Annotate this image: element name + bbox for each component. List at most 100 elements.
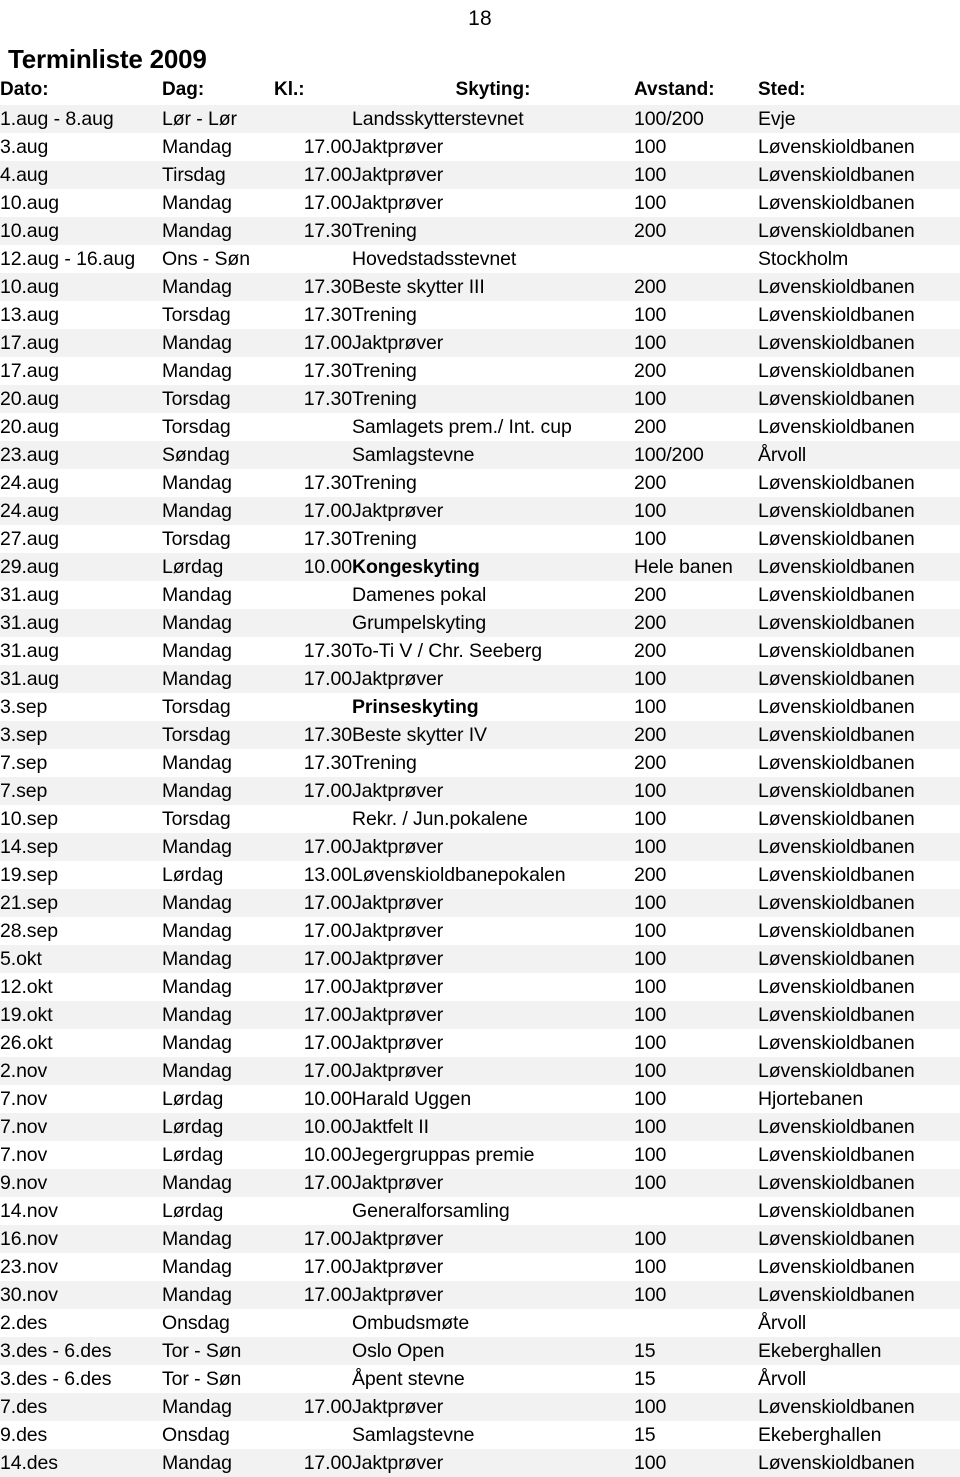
cell-date: 20.aug: [0, 416, 60, 439]
table-row: 31.aug Mandag Damenes pokal 200 Løvenskioldb…: [0, 581, 960, 609]
cell-event: Jaktprøver: [352, 164, 444, 187]
cell-distance: [634, 245, 758, 273]
cell-day: Tirsdag: [162, 164, 226, 187]
cell-time: 17.00: [303, 668, 352, 691]
cell-distance: [634, 1197, 758, 1225]
cell-day: Torsdag: [162, 724, 231, 747]
cell-day: Lørdag: [162, 864, 224, 887]
cell-place: Løvenskioldbanen: [758, 472, 915, 495]
cell-event: Trening: [352, 220, 417, 243]
cell-day: Torsdag: [162, 416, 231, 439]
cell-time: [274, 441, 352, 469]
cell-place: Løvenskioldbanen: [758, 1032, 915, 1055]
cell-distance: 100: [634, 1256, 667, 1279]
cell-place: Løvenskioldbanen: [758, 612, 915, 635]
cell-day: Onsdag: [162, 1312, 230, 1335]
cell-date: 24.aug: [0, 472, 60, 495]
cell-distance: 100: [634, 528, 667, 551]
table-row: 14.sep Mandag 17.00 Jaktprøver 100 Løvenskiol…: [0, 833, 960, 862]
cell-time: 17.00: [303, 164, 352, 187]
cell-place: Årvoll: [758, 1312, 807, 1335]
table-row: 23.nov Mandag 17.00 Jaktprøver 100 Løvenskiol…: [0, 1253, 960, 1281]
cell-day: Mandag: [162, 836, 232, 859]
cell-day: Lørdag: [162, 1116, 224, 1139]
cell-time: 17.00: [303, 1256, 352, 1279]
table-row: 12.aug - 16.aug Ons - Søn Hovedstadsstevne…: [0, 245, 960, 273]
cell-distance: 100: [634, 1452, 667, 1475]
cell-day: Torsdag: [162, 388, 231, 411]
cell-day: Mandag: [162, 780, 232, 803]
cell-date: 5.okt: [0, 948, 42, 971]
cell-place: Ekeberghallen: [758, 1424, 882, 1447]
cell-day: Lør - Lør: [162, 108, 237, 131]
cell-event: Jaktprøver: [352, 192, 444, 215]
table-row: 10.sep Torsdag Rekr. / Jun.pokalene 100 Løve…: [0, 805, 960, 833]
cell-time: [274, 581, 352, 609]
cell-event: Jaktfelt II: [352, 1116, 429, 1139]
table-row: 7.sep Mandag 17.30 Trening 200 Løvenskioldban…: [0, 749, 960, 777]
cell-distance: 15: [634, 1368, 656, 1391]
cell-date: 26.okt: [0, 1032, 53, 1055]
cell-place: Løvenskioldbanen: [758, 584, 915, 607]
cell-date: 2.nov: [0, 1060, 48, 1083]
cell-day: Mandag: [162, 1452, 232, 1475]
cell-distance: 100: [634, 1004, 667, 1027]
table-row: 7.nov Lørdag 10.00 Jegergruppas premie 100 Lø…: [0, 1141, 960, 1169]
cell-time: 17.00: [303, 192, 352, 215]
cell-day: Mandag: [162, 136, 232, 159]
cell-distance: 100: [634, 1172, 667, 1195]
cell-distance: 200: [634, 276, 667, 299]
cell-place: Stockholm: [758, 248, 849, 271]
cell-place: Løvenskioldbanen: [758, 1256, 915, 1279]
cell-place: Løvenskioldbanen: [758, 724, 915, 747]
table-row: 23.aug Søndag Samlagstevne 100/200 Årvoll: [0, 441, 960, 470]
cell-day: Onsdag: [162, 1424, 230, 1447]
cell-day: Mandag: [162, 668, 232, 691]
table-row: 9.nov Mandag 17.00 Jaktprøver 100 Løvenskiold…: [0, 1169, 960, 1198]
cell-date: 10.aug: [0, 192, 60, 215]
cell-distance: 100: [634, 696, 667, 719]
cell-time: [274, 1337, 352, 1365]
table-row: 19.okt Mandag 17.00 Jaktprøver 100 Løvenskiol…: [0, 1001, 960, 1030]
cell-place: Løvenskioldbanen: [758, 1116, 915, 1139]
cell-day: Tor - Søn: [162, 1340, 242, 1363]
cell-time: 17.00: [303, 1228, 352, 1251]
table-row: 3.sep Torsdag Prinseskyting 100 Løvenskioldb…: [0, 693, 960, 721]
cell-place: Løvenskioldbanen: [758, 836, 915, 859]
column-header-day: Dag:: [162, 78, 205, 100]
cell-date: 17.aug: [0, 360, 60, 383]
table-row: 10.aug Mandag 17.30 Trening 200 Løvenskioldba…: [0, 217, 960, 246]
cell-day: Søndag: [162, 444, 230, 467]
cell-place: Løvenskioldbanen: [758, 360, 915, 383]
page-number: 18: [468, 7, 492, 30]
cell-place: Løvenskioldbanen: [758, 220, 915, 243]
cell-place: Løvenskioldbanen: [758, 528, 915, 551]
cell-time: 17.00: [303, 892, 352, 915]
table-row: 12.okt Mandag 17.00 Jaktprøver 100 Løvenskiol…: [0, 973, 960, 1001]
cell-time: 10.00: [303, 1088, 352, 1111]
cell-place: Løvenskioldbanen: [758, 1200, 915, 1223]
cell-place: Evje: [758, 108, 796, 131]
cell-time: [274, 413, 352, 441]
cell-event: Samlagstevne: [352, 444, 475, 467]
cell-place: Løvenskioldbanen: [758, 500, 915, 523]
cell-day: Mandag: [162, 220, 232, 243]
cell-date: 3.des - 6.des: [0, 1368, 112, 1391]
cell-date: 3.des - 6.des: [0, 1340, 112, 1363]
cell-distance: [634, 1309, 758, 1337]
cell-event: Jaktprøver: [352, 1004, 444, 1027]
cell-time: [274, 1309, 352, 1337]
cell-day: Lørdag: [162, 556, 224, 579]
cell-day: Mandag: [162, 948, 232, 971]
table-row: 7.nov Lørdag 10.00 Harald Uggen 100 Hjorteban…: [0, 1085, 960, 1113]
cell-distance: 100: [634, 1396, 667, 1419]
column-header-time: Kl.:: [274, 78, 305, 100]
cell-event: Jaktprøver: [352, 1256, 444, 1279]
cell-place: Løvenskioldbanen: [758, 892, 915, 915]
cell-time: [274, 609, 352, 637]
column-header-event: Skyting:: [455, 78, 531, 100]
table-row: 28.sep Mandag 17.00 Jaktprøver 100 Løvenskiol…: [0, 917, 960, 945]
cell-date: 31.aug: [0, 668, 60, 691]
cell-event: Jaktprøver: [352, 136, 444, 159]
table-row: 3.sep Torsdag 17.30 Beste skytter IV 200 Løve…: [0, 721, 960, 750]
